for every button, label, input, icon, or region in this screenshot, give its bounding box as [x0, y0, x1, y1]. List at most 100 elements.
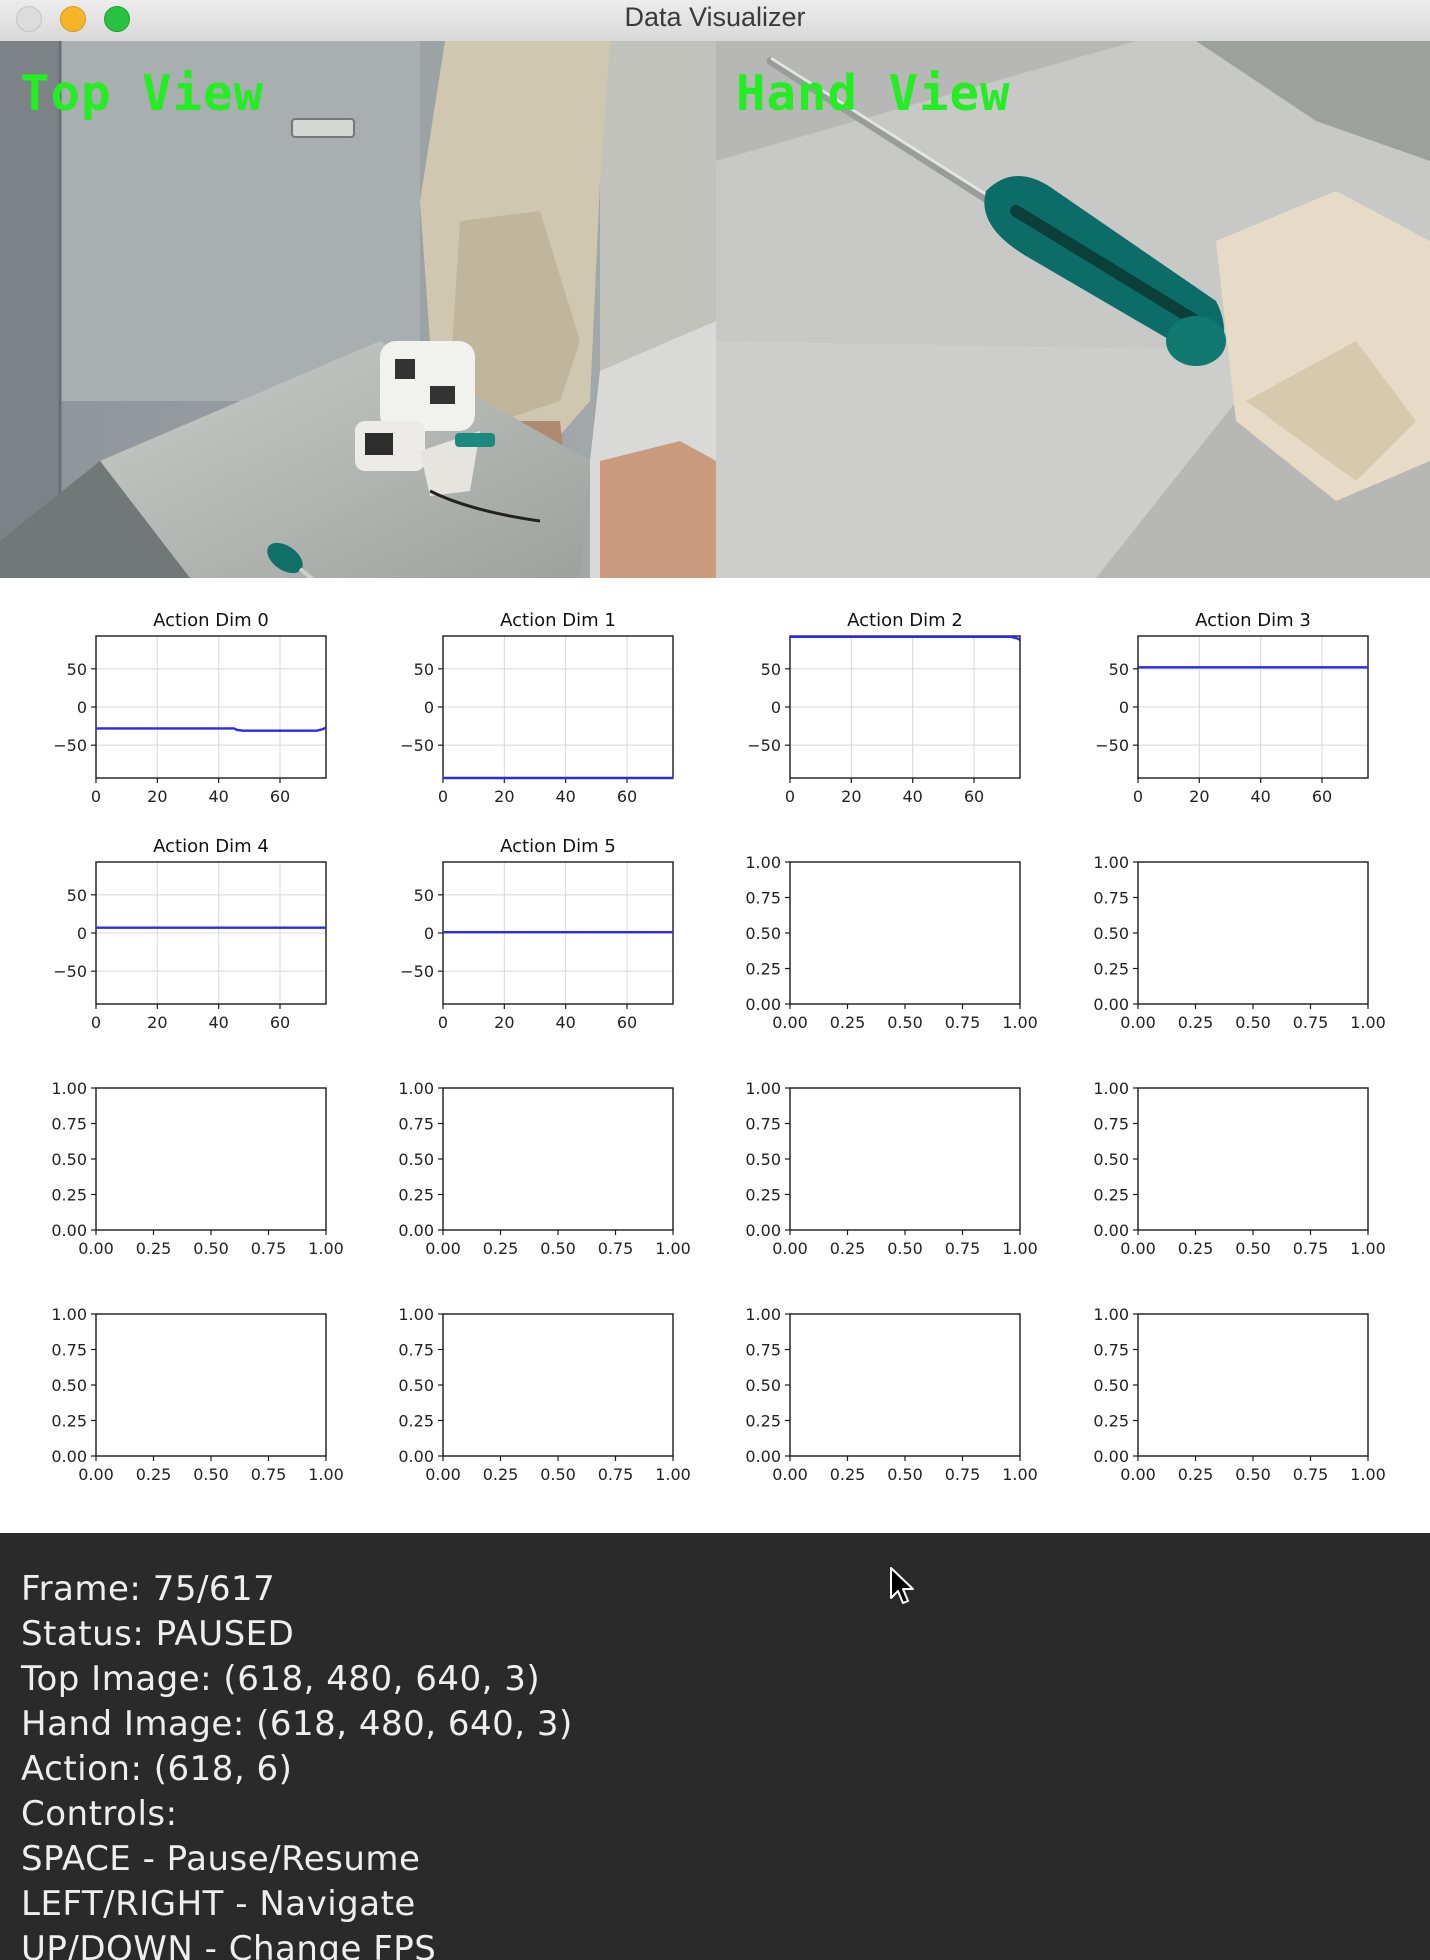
- action-plots-canvas: Action Dim 0 50 0 −50 0 20 40 60 Action Dim 1 50 0…: [51, 610, 1386, 1484]
- hand-view-label: Hand View: [736, 65, 1011, 122]
- window-titlebar[interactable]: Data Visualizer: [0, 0, 1430, 42]
- chart-title: Action Dim 0: [153, 610, 269, 631]
- plot-frame: [789, 861, 1021, 1005]
- x-tick-label: 60: [1312, 787, 1332, 806]
- chart-9: 1.00 0.75 0.50 0.25 0.000.00 0.25 0.50 0.75 1.00: [398, 1079, 690, 1258]
- x-tick-label: 0.50: [1235, 1013, 1271, 1032]
- x-tick-label: 0.50: [1235, 1465, 1271, 1484]
- y-tick-label: 0.25: [1093, 1412, 1129, 1431]
- chart-5: Action Dim 5 50 0 −50 0 20 40 60: [400, 836, 674, 1032]
- y-tick-label: 0: [77, 924, 87, 943]
- y-tick-label: −50: [53, 962, 87, 981]
- x-tick-label: 0.75: [1293, 1465, 1329, 1484]
- chart-title: Action Dim 2: [847, 610, 963, 631]
- y-tick-label: 1.00: [745, 1305, 781, 1324]
- x-tick-label: 0.75: [945, 1239, 981, 1258]
- y-tick-label: −50: [53, 736, 87, 755]
- hand-image-shape: Hand Image: (618, 480, 640, 3): [21, 1704, 573, 1744]
- y-tick-label: 0.00: [745, 1221, 781, 1240]
- y-tick-label: 0.00: [51, 1447, 87, 1466]
- y-tick-label: 0.50: [398, 1150, 434, 1169]
- y-tick-label: 50: [67, 660, 87, 679]
- y-tick-label: 1.00: [745, 1079, 781, 1098]
- y-tick-label: 1.00: [398, 1305, 434, 1324]
- frame-counter: Frame: 75/617: [21, 1569, 276, 1609]
- x-tick-label: 0: [438, 1013, 448, 1032]
- y-tick-label: 50: [1109, 660, 1129, 679]
- y-tick-label: −50: [400, 962, 434, 981]
- chart-11: 1.00 0.75 0.50 0.25 0.000.00 0.25 0.50 0.75 1.00: [1093, 1079, 1385, 1258]
- y-tick-label: 0.75: [398, 1115, 434, 1134]
- plot-frame: [442, 1087, 674, 1231]
- x-tick-label: 0.75: [251, 1465, 287, 1484]
- x-tick-label: 1.00: [1350, 1465, 1386, 1484]
- plot-frame: [442, 1313, 674, 1457]
- plot-frame: [789, 1087, 1021, 1231]
- x-tick-label: 0.25: [483, 1465, 519, 1484]
- y-tick-label: 0.25: [398, 1186, 434, 1205]
- x-tick-label: 1.00: [1002, 1239, 1038, 1258]
- chart-13: 1.00 0.75 0.50 0.25 0.000.00 0.25 0.50 0.75 1.00: [398, 1305, 690, 1484]
- x-tick-label: 1.00: [308, 1465, 344, 1484]
- x-tick-label: 0: [438, 787, 448, 806]
- x-tick-label: 40: [1250, 787, 1270, 806]
- plot-frame: [789, 1313, 1021, 1457]
- top-image-shape: Top Image: (618, 480, 640, 3): [21, 1659, 541, 1699]
- x-tick-label: 0.75: [945, 1013, 981, 1032]
- y-tick-label: 1.00: [398, 1079, 434, 1098]
- y-tick-label: 1.00: [1093, 1305, 1129, 1324]
- x-tick-label: 0.25: [1178, 1465, 1214, 1484]
- info-panel: Frame: 75/617 Status: PAUSED Top Image: …: [0, 1533, 1430, 1960]
- x-tick-label: 0: [91, 787, 101, 806]
- x-tick-label: 0.00: [1120, 1013, 1156, 1032]
- y-tick-label: 0: [77, 698, 87, 717]
- chart-10: 1.00 0.75 0.50 0.25 0.000.00 0.25 0.50 0.75 1.00: [745, 1079, 1037, 1258]
- chart-4: Action Dim 4 50 0 −50 0 20 40 60: [53, 836, 327, 1032]
- y-tick-label: 0.00: [398, 1221, 434, 1240]
- y-tick-label: 0.50: [398, 1376, 434, 1395]
- y-tick-label: 0.00: [1093, 1447, 1129, 1466]
- chart-1: Action Dim 1 50 0 −50 0 20 40 60: [400, 610, 674, 806]
- x-tick-label: 0.50: [540, 1239, 576, 1258]
- controls-heading: Controls:: [21, 1794, 178, 1834]
- x-tick-label: 0.25: [483, 1239, 519, 1258]
- x-tick-label: 40: [902, 787, 922, 806]
- y-tick-label: 1.00: [1093, 853, 1129, 872]
- y-tick-label: −50: [747, 736, 781, 755]
- y-tick-label: 1.00: [1093, 1079, 1129, 1098]
- y-tick-label: 0.25: [51, 1412, 87, 1431]
- y-tick-label: 0.25: [745, 960, 781, 979]
- y-tick-label: 0.25: [1093, 960, 1129, 979]
- x-tick-label: 0.75: [598, 1465, 634, 1484]
- x-tick-label: 0.75: [1293, 1239, 1329, 1258]
- y-tick-label: 0: [1119, 698, 1129, 717]
- y-tick-label: 0.50: [51, 1150, 87, 1169]
- x-tick-label: 0.50: [193, 1239, 229, 1258]
- x-tick-label: 0.50: [887, 1013, 923, 1032]
- x-tick-label: 60: [964, 787, 984, 806]
- x-tick-label: 0.25: [830, 1013, 866, 1032]
- y-tick-label: 50: [67, 886, 87, 905]
- y-tick-label: 0: [771, 698, 781, 717]
- y-tick-label: 0.50: [745, 1150, 781, 1169]
- x-tick-label: 40: [208, 1013, 228, 1032]
- y-tick-label: 0.50: [745, 924, 781, 943]
- y-tick-label: 0.50: [745, 1376, 781, 1395]
- top-view-image: Top View: [0, 41, 716, 578]
- y-tick-label: 0.25: [1093, 1186, 1129, 1205]
- chart-6: 1.00 0.75 0.50 0.25 0.000.00 0.25 0.50 0.75 1.00: [745, 853, 1037, 1032]
- x-tick-label: 1.00: [1350, 1239, 1386, 1258]
- y-tick-label: 0.75: [1093, 889, 1129, 908]
- y-tick-label: 0.00: [745, 995, 781, 1014]
- y-tick-label: 0.25: [745, 1412, 781, 1431]
- x-tick-label: 60: [617, 787, 637, 806]
- x-tick-label: 0.00: [1120, 1239, 1156, 1258]
- y-tick-label: 0.00: [398, 1447, 434, 1466]
- chart-7: 1.00 0.75 0.50 0.25 0.000.00 0.25 0.50 0.75 1.00: [1093, 853, 1385, 1032]
- plot-frame: [1137, 1087, 1369, 1231]
- chart-title: Action Dim 3: [1195, 610, 1311, 631]
- y-tick-label: 50: [414, 886, 434, 905]
- y-tick-label: 0: [424, 924, 434, 943]
- arrow-pointer-icon: [890, 1567, 914, 1604]
- y-tick-label: 0.75: [51, 1341, 87, 1360]
